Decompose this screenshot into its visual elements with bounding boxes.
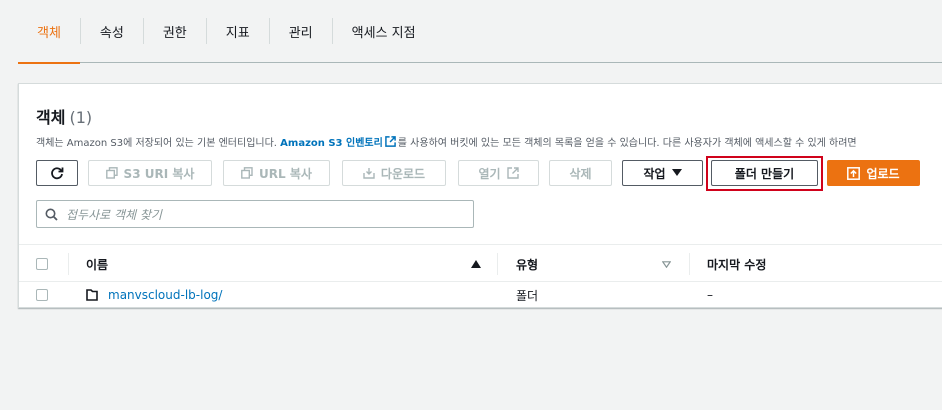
select-all-checkbox[interactable] [36,258,48,270]
refresh-icon [51,167,64,180]
column-header-type[interactable]: 유형 [516,245,538,283]
row-checkbox-cell [36,282,48,308]
column-divider [689,253,690,275]
row-checkbox[interactable] [36,289,48,301]
copy-url-button[interactable]: URL 복사 [223,160,330,186]
upload-button[interactable]: 업로드 [827,160,920,186]
tab-management[interactable]: 관리 [270,0,332,63]
tab-access-points[interactable]: 액세스 지점 [333,0,435,63]
table-row[interactable]: manvscloud-lb-log/ 폴더 – [19,282,942,308]
copy-s3-uri-button[interactable]: S3 URI 복사 [88,160,212,186]
tab-metrics[interactable]: 지표 [207,0,269,63]
inventory-link[interactable]: Amazon S3 인벤토리 [280,138,383,149]
panel-description: 객체는 Amazon S3에 저장되어 있는 기본 엔터티입니다. Amazon… [36,134,857,149]
sort-ascending-icon[interactable] [471,260,481,268]
copy-icon [241,167,253,179]
panel-title: 객체 (1) [36,104,92,128]
object-type: 폴더 [516,288,539,303]
search-icon [45,208,58,221]
delete-label: 삭제 [569,166,592,181]
download-button[interactable]: 다운로드 [342,160,446,186]
tab-permissions[interactable]: 권한 [144,0,206,63]
upload-label: 업로드 [866,166,900,181]
copy-url-label: URL 복사 [259,166,312,181]
caret-down-icon [671,169,682,176]
column-header-modified[interactable]: 마지막 수정 [707,245,766,283]
copy-s3-uri-label: S3 URI 복사 [123,166,195,181]
object-count: (1) [69,108,93,127]
open-button[interactable]: 열기 [458,160,539,186]
object-name-link[interactable]: manvscloud-lb-log/ [108,288,222,302]
tab-properties[interactable]: 속성 [81,0,143,63]
refresh-button[interactable] [36,160,78,186]
sort-icon[interactable] [662,261,671,268]
create-folder-label: 폴더 만들기 [734,166,795,181]
actions-dropdown[interactable]: 작업 [622,160,703,186]
download-icon [363,168,375,179]
actions-label: 작업 [643,166,666,181]
desc-text-before: 객체는 Amazon S3에 저장되어 있는 기본 엔터티입니다. [36,138,281,149]
copy-icon [105,167,118,179]
select-all-checkbox-cell [36,245,48,283]
column-divider [68,253,69,275]
panel-title-text: 객체 [36,108,66,127]
object-last-modified: – [707,288,713,302]
folder-icon [86,289,98,301]
search-input[interactable]: 접두사로 객체 찾기 [36,200,474,228]
row-name-cell: manvscloud-lb-log/ [86,282,222,308]
desc-text-after: 를 사용하여 버킷에 있는 모든 객체의 목록을 얻을 수 있습니다. 다른 사… [397,138,857,149]
objects-panel: 객체 (1) 객체는 Amazon S3에 저장되어 있는 기본 엔터티입니다. … [18,83,942,308]
open-label: 열기 [478,166,501,181]
column-header-name[interactable]: 이름 [86,245,108,283]
upload-icon [847,166,861,180]
column-divider [497,253,498,275]
external-link-icon [506,167,519,179]
search-placeholder: 접두사로 객체 찾기 [66,207,162,222]
create-folder-button[interactable]: 폴더 만들기 [711,160,818,186]
table-header: 이름 유형 마지막 수정 [19,244,942,282]
tab-bar: 객체 속성 권한 지표 관리 액세스 지점 [18,0,942,64]
download-label: 다운로드 [380,166,426,181]
external-link-icon [384,136,396,147]
tab-objects[interactable]: 객체 [18,0,80,64]
delete-button[interactable]: 삭제 [549,160,612,186]
